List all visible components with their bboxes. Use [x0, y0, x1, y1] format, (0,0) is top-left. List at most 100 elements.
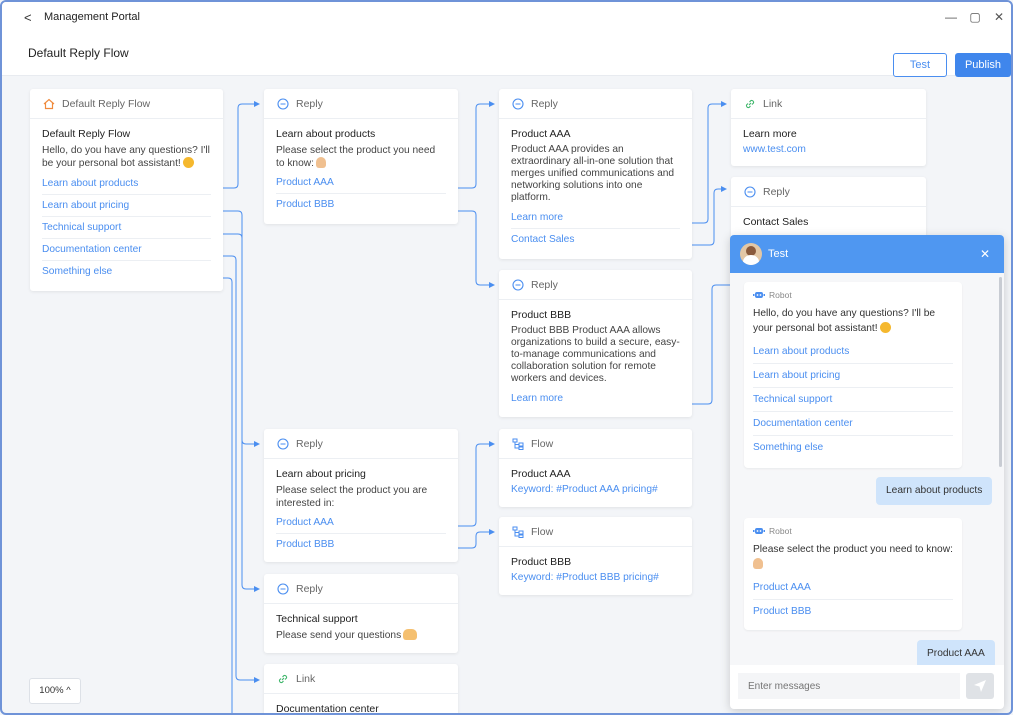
node-default-reply-flow[interactable]: Default Reply Flow Default Reply Flow He… [30, 89, 223, 291]
option-documentation-center[interactable]: Documentation center [42, 239, 211, 261]
send-icon [974, 680, 986, 692]
chat-option-learn-pricing[interactable]: Learn about pricing [753, 364, 953, 388]
option-technical-support[interactable]: Technical support [42, 217, 211, 239]
chat-messages: Robot Hello, do you have any questions? … [730, 273, 1004, 665]
node-desc: Hello, do you have any questions? I'll b… [42, 145, 210, 169]
node-type-label: Reply [531, 278, 558, 291]
node-link-documentation-center[interactable]: Link Documentation center [264, 664, 458, 715]
bot-label: Robot [769, 290, 792, 300]
option-learn-more[interactable]: Learn more [511, 388, 680, 410]
node-reply-technical-support[interactable]: Reply Technical support Please send your… [264, 574, 458, 653]
node-reply-learn-pricing[interactable]: Reply Learn about pricing Please select … [264, 429, 458, 562]
node-type-label: Reply [296, 437, 323, 450]
chat-option-documentation-center[interactable]: Documentation center [753, 412, 953, 436]
option-product-bbb[interactable]: Product BBB [276, 194, 446, 216]
keyword-text: Keyword: #Product AAA pricing# [511, 484, 658, 495]
option-contact-sales[interactable]: Contact Sales [511, 229, 680, 251]
chat-option-product-aaa[interactable]: Product AAA [753, 576, 953, 600]
link-icon [276, 672, 290, 686]
bot-label: Robot [769, 526, 792, 536]
node-reply-product-bbb[interactable]: Reply Product BBB Product BBB Product AA… [499, 270, 692, 417]
home-icon [42, 97, 56, 111]
chevron-up-icon[interactable]: ^ [66, 685, 70, 696]
reply-icon [276, 97, 290, 111]
node-flow-product-bbb[interactable]: Flow Product BBB Keyword: #Product BBB p… [499, 517, 692, 595]
avatar [740, 243, 762, 265]
keyword-text: Keyword: #Product BBB pricing# [511, 572, 659, 583]
option-learn-products[interactable]: Learn about products [42, 173, 211, 195]
reply-icon [511, 278, 525, 292]
wire-else [222, 277, 233, 713]
app-window: < Management Portal — ▢ ✕ Default Reply … [0, 0, 1013, 715]
node-header: Link [731, 89, 926, 119]
node-reply-learn-products[interactable]: Reply Learn about products Please select… [264, 89, 458, 224]
wire-products [222, 101, 260, 189]
message-input[interactable] [738, 673, 960, 699]
node-type-label: Reply [531, 97, 558, 110]
smile-emoji-icon [879, 322, 891, 333]
node-type-label: Flow [531, 525, 554, 538]
chat-option-learn-products[interactable]: Learn about products [753, 340, 953, 364]
bot-text: Hello, do you have any questions? I'll b… [753, 308, 936, 334]
node-link-learn-more[interactable]: Link Learn more www.test.com [731, 89, 926, 166]
chat-title: Test [768, 248, 789, 260]
node-type-label: Link [763, 97, 783, 110]
node-type-label: Link [296, 672, 316, 685]
wire-aaa [458, 101, 495, 189]
zoom-control[interactable]: 100% ^ [29, 678, 81, 704]
option-learn-pricing[interactable]: Learn about pricing [42, 195, 211, 217]
wire-docs [222, 255, 260, 683]
bot-tag: Robot [753, 290, 953, 300]
chat-header: Test ✕ [730, 235, 1004, 273]
option-product-aaa[interactable]: Product AAA [276, 512, 446, 534]
node-title: Product AAA [511, 468, 571, 480]
option-something-else[interactable]: Something else [42, 261, 211, 283]
bot-text: Please select the product you need to kn… [753, 542, 953, 572]
option-learn-more[interactable]: Learn more [511, 207, 680, 229]
node-title: Learn about products [276, 128, 376, 140]
option-product-bbb[interactable]: Product BBB [276, 534, 446, 556]
wire-support [222, 233, 260, 592]
node-title: Default Reply Flow [42, 128, 131, 140]
flow-icon [511, 525, 525, 539]
chat-test-panel: Test ✕ Robot Hello, do you have any ques… [730, 235, 1004, 709]
node-header: Reply [264, 89, 458, 119]
reply-icon [276, 437, 290, 451]
node-desc: Please select the product you are intere… [276, 485, 428, 509]
wire-bbb [458, 210, 495, 288]
close-icon[interactable]: ✕ [980, 247, 990, 261]
bot-message: Robot Please select the product you need… [744, 518, 962, 630]
reply-icon [276, 582, 290, 596]
handshake-icon [403, 629, 418, 640]
node-header: Reply [499, 89, 692, 119]
bot-tag: Robot [753, 526, 953, 536]
node-title: Learn about pricing [276, 468, 366, 480]
user-message: Learn about products [876, 477, 993, 505]
node-title: Documentation center [276, 703, 379, 715]
send-button[interactable] [966, 673, 994, 699]
zoom-level: 100% [39, 685, 64, 696]
option-product-aaa[interactable]: Product AAA [276, 172, 446, 194]
node-desc: Please send your questions [276, 629, 446, 642]
link-icon [743, 97, 757, 111]
scrollbar[interactable] [999, 277, 1002, 467]
chat-option-technical-support[interactable]: Technical support [753, 388, 953, 412]
node-type-label: Flow [531, 437, 554, 450]
wire-bbb-learn [692, 284, 730, 405]
link-url[interactable]: www.test.com [743, 144, 914, 155]
node-type-label: Reply [296, 97, 323, 110]
wire-flow-bbb [458, 529, 495, 549]
chat-option-something-else[interactable]: Something else [753, 436, 953, 460]
node-flow-product-aaa[interactable]: Flow Product AAA Keyword: #Product AAA p… [499, 429, 692, 507]
node-header: Reply [264, 574, 458, 604]
reply-icon [743, 185, 757, 199]
node-type-label: Reply [296, 582, 323, 595]
robot-icon [753, 526, 765, 536]
node-header: Flow [499, 429, 692, 459]
chat-option-product-bbb[interactable]: Product BBB [753, 600, 953, 624]
reply-icon [511, 97, 525, 111]
node-header: Default Reply Flow [30, 89, 223, 119]
node-reply-product-aaa[interactable]: Reply Product AAA Product AAA provides a… [499, 89, 692, 259]
pointing-hand-icon [753, 558, 763, 569]
wire-flow-aaa [458, 441, 495, 527]
